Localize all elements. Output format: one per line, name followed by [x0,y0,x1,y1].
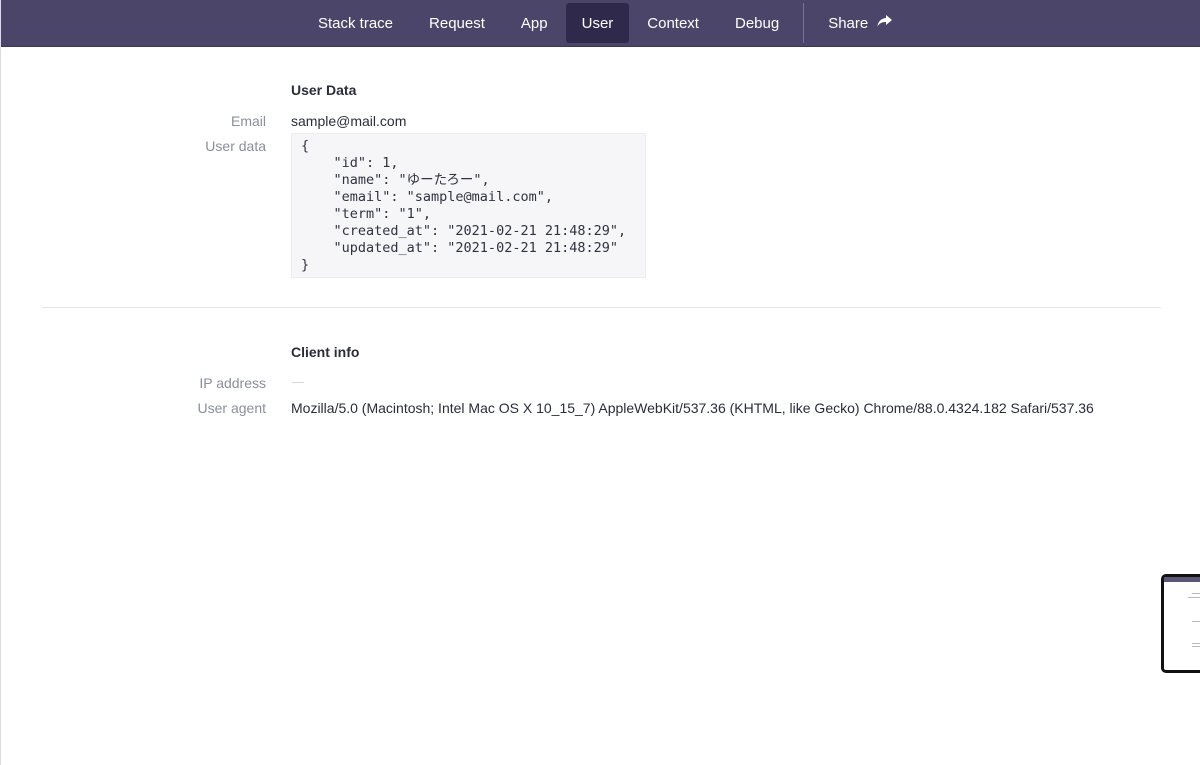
tab-stack-trace[interactable]: Stack trace [300,3,411,43]
thumbnail-line [1192,643,1200,644]
user-agent-label: User agent [197,400,266,416]
tab-context[interactable]: Context [629,3,717,43]
user-agent-value: Mozilla/5.0 (Macintosh; Intel Mac OS X 1… [291,400,1094,416]
thumbnail-line [1192,593,1200,594]
email-label: Email [230,113,266,129]
tab-debug[interactable]: Debug [717,3,797,43]
tab-user[interactable]: User [565,3,630,43]
thumbnail-line [1192,646,1200,647]
thumbnail-line [1188,597,1200,598]
nav-separator [803,3,805,43]
ip-address-label: IP address [199,375,266,391]
top-nav: Stack trace Request App User Context Deb… [1,0,1200,47]
user-data-label: User data [205,138,266,154]
user-data-title: User Data [291,82,357,98]
tab-request[interactable]: Request [411,3,503,43]
page-preview-thumbnail[interactable] [1161,574,1200,673]
section-divider [42,307,1161,308]
share-arrow-icon [877,15,893,27]
share-button[interactable]: Share [810,3,910,43]
share-label: Share [828,14,869,32]
nav-tabs: Stack trace Request App User Context Deb… [300,3,910,43]
ip-address-empty-dash [292,382,304,383]
tab-app[interactable]: App [503,3,566,43]
user-data-json: { "id": 1, "name": "ゆーたろー", "email": "sa… [291,133,646,278]
email-value: sample@mail.com [291,113,407,129]
thumbnail-line [1192,621,1200,622]
thumbnail-nav-bar [1164,577,1200,582]
page: Stack trace Request App User Context Deb… [0,0,1200,765]
client-info-title: Client info [291,344,360,360]
